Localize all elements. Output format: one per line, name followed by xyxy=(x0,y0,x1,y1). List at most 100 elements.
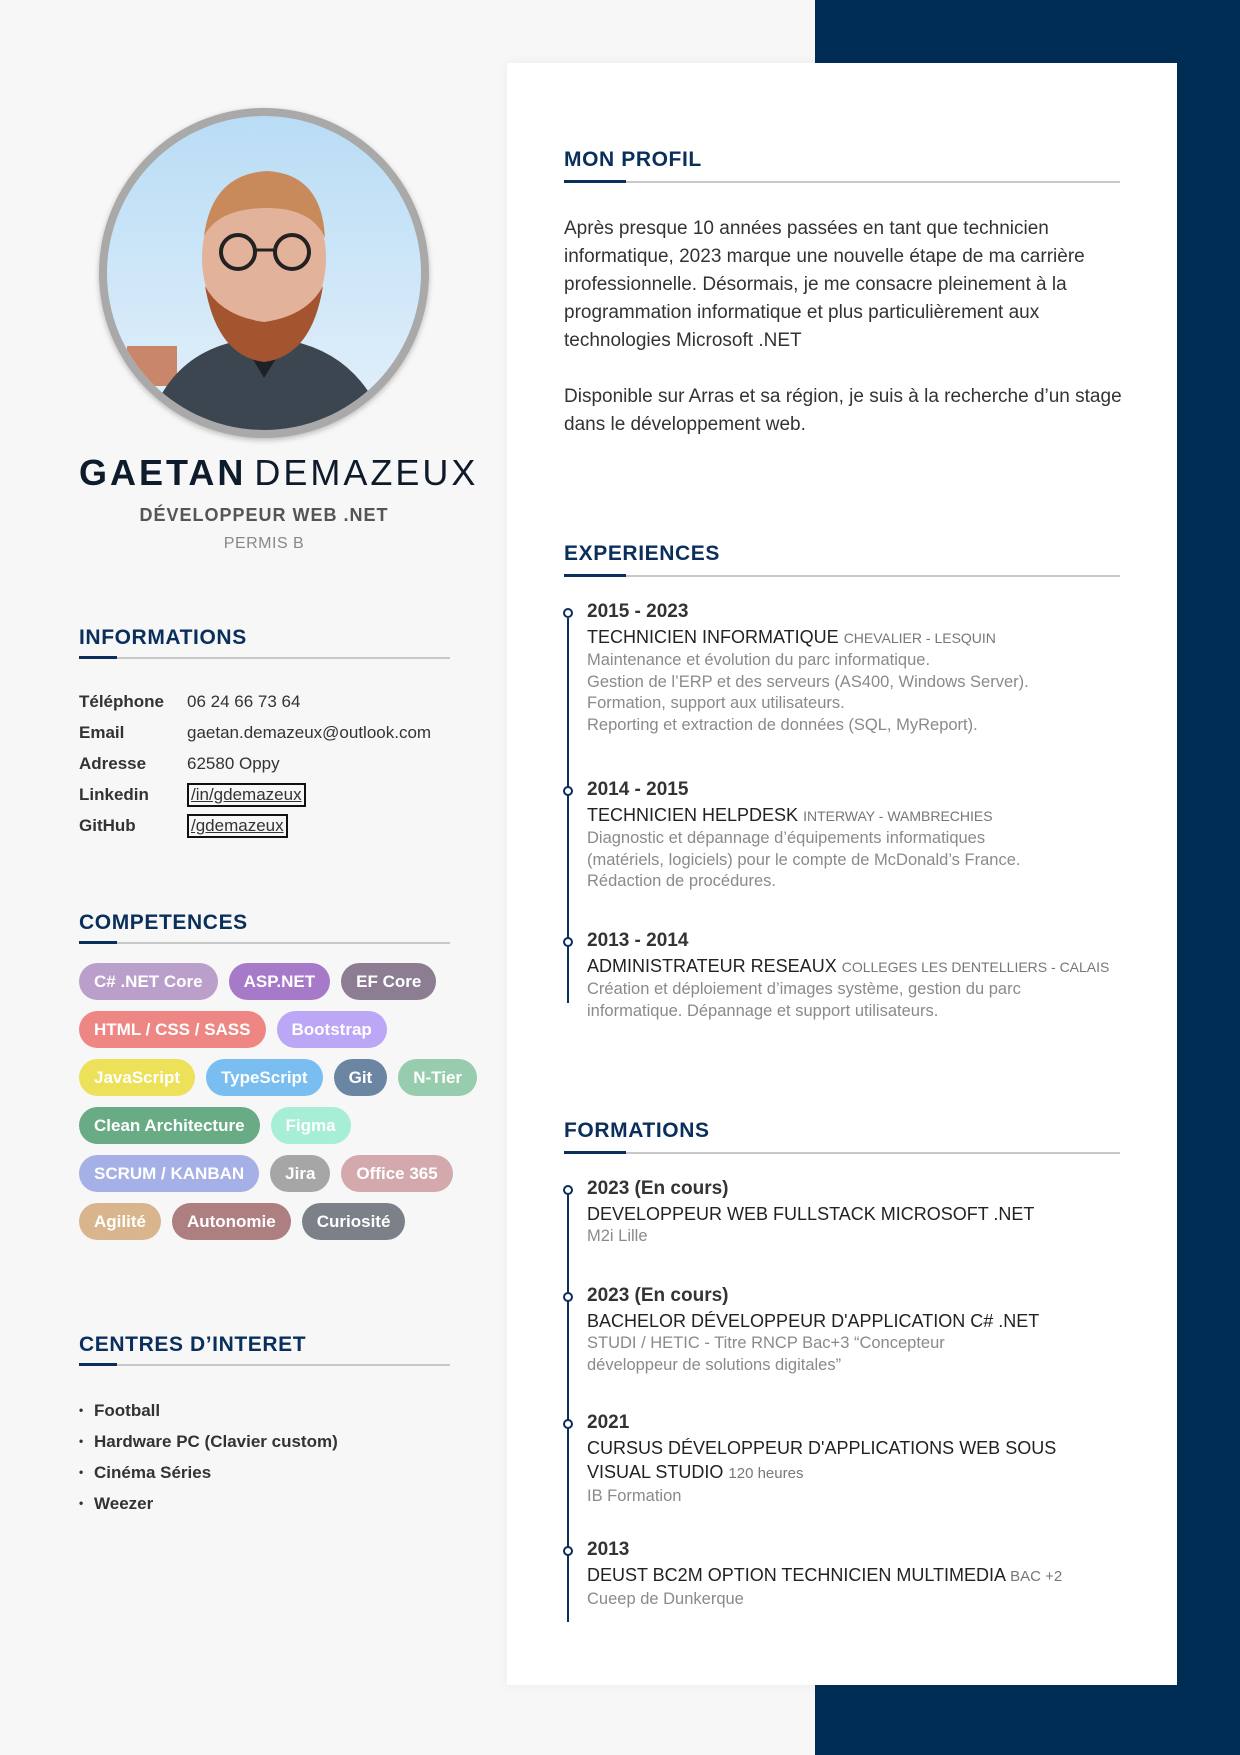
experience-date: 2015 - 2023 xyxy=(587,601,689,622)
interests-list: • Football • Hardware PC (Clavier custom) … xyxy=(79,1395,338,1519)
interest-label: Weezer xyxy=(94,1494,154,1513)
experience-line: informatique. Dépannage et support utili… xyxy=(587,1001,939,1020)
email-value: gaetan.demazeux@outlook.com xyxy=(187,723,432,742)
info-heading: INFORMATIONS xyxy=(79,626,247,649)
profile-photo-frame xyxy=(99,108,429,438)
skill-tag: TypeScript xyxy=(206,1059,323,1096)
experience-item: 2014 - 2015 TECHNICIEN HELPDESK Interway… xyxy=(587,776,1117,893)
formation-date: 2023 (En cours) xyxy=(587,1178,729,1199)
info-row-email: Email gaetan.demazeux@outlook.com xyxy=(79,721,431,745)
interest-label: Football xyxy=(94,1401,161,1420)
experience-company: Chevalier - Lesquin xyxy=(843,630,996,646)
license: PERMIS B xyxy=(223,535,305,552)
skill-tag: SCRUM / KANBAN xyxy=(79,1155,260,1192)
experience-line: Reporting et extraction de données (SQL,… xyxy=(587,715,978,734)
formation-title: VISUAL STUDIO xyxy=(587,1462,724,1482)
experience-line: Diagnostic et dépannage d’équipements in… xyxy=(587,829,986,847)
skill-tag: JavaScript xyxy=(79,1059,195,1096)
info-row-github: GitHub /gdemazeux xyxy=(79,814,288,838)
skill-tag: Figma xyxy=(270,1107,351,1144)
interest-item: • Hardware PC (Clavier custom) xyxy=(79,1426,338,1457)
formations-timeline xyxy=(567,1194,569,1622)
main-panel: MON PROFIL Après presque 10 années passé… xyxy=(507,63,1177,1685)
formation-date: 2023 (En cours) xyxy=(587,1285,729,1306)
experience-role: ADMINISTRATEUR RESEAUX xyxy=(587,956,837,976)
profile-paragraph: Disponible sur Arras et sa région, je su… xyxy=(564,386,1122,435)
bullet-icon: • xyxy=(79,1403,84,1417)
experience-line: Rédaction de procédures. xyxy=(587,872,776,890)
skill-tag: Autonomie xyxy=(171,1203,291,1240)
experience-company: Colleges les Dentelliers - Calais xyxy=(841,959,1110,975)
experience-line: Maintenance et évolution du parc informa… xyxy=(587,651,931,669)
info-row-phone: Téléphone 06 24 66 73 64 xyxy=(79,690,300,714)
skill-tags: C# .NET Core ASP.NET EF Core HTML / CSS / S… xyxy=(79,963,479,1240)
interest-label: Cinéma Séries xyxy=(94,1463,212,1482)
address-label: Adresse xyxy=(79,754,147,773)
bullet-icon: • xyxy=(79,1465,84,1479)
interest-item: • Football xyxy=(79,1395,338,1426)
profile-heading-rule xyxy=(564,180,1120,183)
experience-item: 2013 - 2014 ADMINISTRATEUR RESEAUX Colle… xyxy=(587,927,1117,1022)
timeline-dot xyxy=(563,608,573,618)
formation-item: 2021 CURSUS DÉVELOPPEUR D'APPLICATIONS W… xyxy=(587,1409,1117,1508)
formation-school: développeur de solutions digitales” xyxy=(587,1355,842,1374)
formations-heading-rule xyxy=(564,1151,1120,1154)
profile-paragraph: Après presque 10 années passées en tant … xyxy=(564,218,1085,351)
experience-role: TECHNICIEN INFORMATIQUE xyxy=(587,627,839,647)
interest-label: Hardware PC (Clavier custom) xyxy=(94,1432,338,1451)
timeline-dot xyxy=(563,1185,573,1195)
skill-tag: N-Tier xyxy=(398,1059,478,1096)
profile-photo xyxy=(107,116,421,430)
skill-tag: Clean Architecture xyxy=(79,1107,260,1144)
formation-title: DEUST BC2M OPTION TECHNICIEN MULTIMEDIA xyxy=(587,1565,1006,1585)
formation-school: IB Formation xyxy=(587,1487,682,1505)
skill-tag: C# .NET Core xyxy=(79,963,218,1000)
formation-hours: 120 heures xyxy=(728,1465,804,1482)
info-heading-rule xyxy=(79,656,450,659)
formation-date: 2013 xyxy=(587,1539,630,1560)
full-name: GAETAN DEMAZEUX xyxy=(79,452,475,494)
skill-tag: EF Core xyxy=(341,963,437,1000)
formation-item: 2023 (En cours) DEVELOPPEUR WEB FULLSTAC… xyxy=(587,1175,1117,1248)
formation-date: 2021 xyxy=(587,1412,630,1433)
skills-heading: COMPETENCES xyxy=(79,911,248,934)
interests-heading: CENTRES D’INTERET xyxy=(79,1333,307,1356)
github-label: GitHub xyxy=(79,816,136,835)
skill-tag: Agilité xyxy=(79,1203,161,1240)
experience-role: TECHNICIEN HELPDESK xyxy=(587,805,799,825)
formation-item: 2023 (En cours) BACHELOR DÉVELOPPEUR D'A… xyxy=(587,1282,1117,1376)
experience-date: 2014 - 2015 xyxy=(587,779,689,800)
skill-tag: Office 365 xyxy=(341,1155,453,1192)
linkedin-link[interactable]: /in/gdemazeux xyxy=(187,783,306,807)
interest-item: • Cinéma Séries xyxy=(79,1457,338,1488)
timeline-dot xyxy=(563,1292,573,1302)
formation-item: 2013 DEUST BC2M OPTION TECHNICIEN MULTIM… xyxy=(587,1536,1117,1611)
last-name: DEMAZEUX xyxy=(254,452,479,493)
github-link[interactable]: /gdemazeux xyxy=(187,814,288,838)
formation-level: BAC +2 xyxy=(1010,1568,1063,1585)
formation-title: DEVELOPPEUR WEB FULLSTACK MICROSOFT .NET xyxy=(587,1204,1035,1224)
experience-line: Gestion de l’ERP et des serveurs (AS400,… xyxy=(587,672,1029,691)
bullet-icon: • xyxy=(79,1496,84,1510)
skill-tag: HTML / CSS / SASS xyxy=(79,1011,266,1048)
job-title: DÉVELOPPEUR WEB .NET xyxy=(139,505,389,525)
profile-text: Après presque 10 années passées en tant … xyxy=(564,215,1124,439)
interest-item: • Weezer xyxy=(79,1488,338,1519)
skill-tag: ASP.NET xyxy=(228,963,331,1000)
timeline-dot xyxy=(563,937,573,947)
experiences-heading-rule xyxy=(564,574,1120,577)
formation-school: M2i Lille xyxy=(587,1227,648,1245)
bullet-icon: • xyxy=(79,1434,84,1448)
address-value: 62580 Oppy xyxy=(187,754,280,773)
formation-title: BACHELOR DÉVELOPPEUR D'APPLICATION C# .N… xyxy=(587,1311,1040,1331)
skill-tag: Jira xyxy=(270,1155,331,1192)
formation-title: CURSUS DÉVELOPPEUR D'APPLICATIONS WEB SO… xyxy=(587,1438,1057,1458)
experience-company: Interway - Wambrechies xyxy=(803,808,993,824)
experience-date: 2013 - 2014 xyxy=(587,930,689,951)
skill-tag: Git xyxy=(333,1059,388,1096)
timeline-dot xyxy=(563,1419,573,1429)
first-name: GAETAN xyxy=(79,452,247,493)
skills-heading-rule xyxy=(79,941,450,944)
experience-item: 2015 - 2023 TECHNICIEN INFORMATIQUE Chev… xyxy=(587,598,1117,736)
profile-heading: MON PROFIL xyxy=(564,148,702,171)
